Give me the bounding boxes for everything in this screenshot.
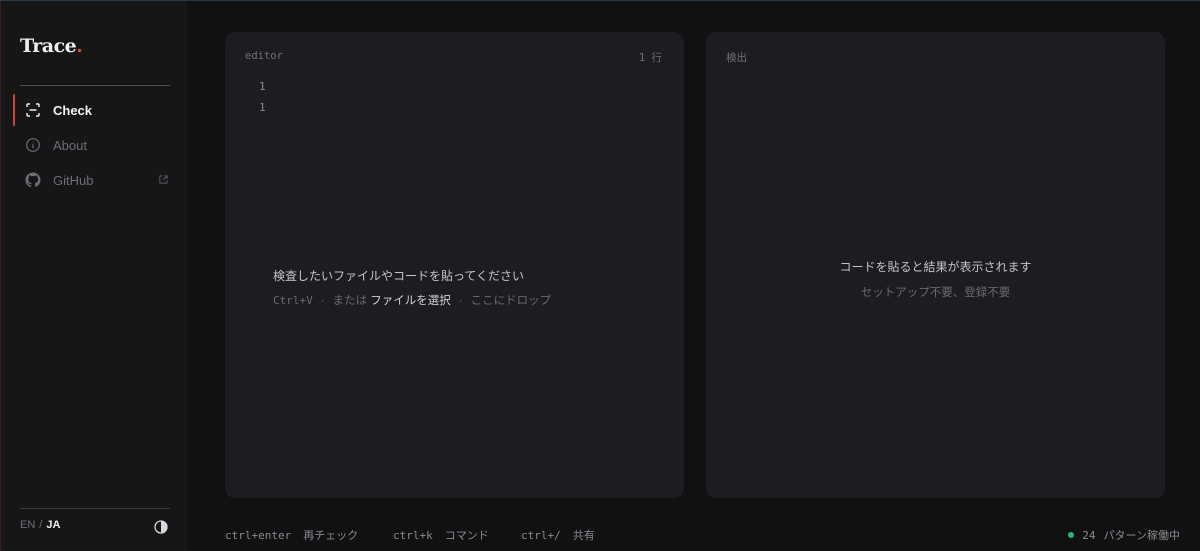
external-link-icon [158, 173, 169, 188]
language-switcher: EN / JA [20, 519, 60, 531]
pattern-count: 24 [1082, 528, 1096, 542]
separator-dot: · [320, 295, 325, 307]
info-icon [25, 137, 41, 153]
editor-label: editor [245, 50, 283, 62]
or-text: または [332, 295, 368, 307]
shortcut-key: ctrl+/ [521, 529, 561, 542]
status-indicator: 24 パターン稼働中 [1068, 527, 1180, 543]
scan-icon [25, 102, 41, 118]
shortcut-command[interactable]: ctrl+k コマンド [393, 527, 489, 543]
choose-file-link[interactable]: ファイルを選択 [370, 295, 451, 307]
sidebar-divider [20, 85, 170, 86]
drop-here-text: ここにドロップ [470, 295, 552, 307]
lang-ja[interactable]: JA [46, 519, 60, 531]
lang-separator: / [39, 519, 43, 531]
sidebar-item-label: About [53, 137, 87, 153]
editor-panel[interactable]: editor 1 行 1 1 検査したいファイルやコードを貼ってください Ctr… [225, 32, 684, 498]
sidebar-item-label: Check [53, 102, 93, 118]
result-label: 検出 [726, 52, 747, 64]
result-panel: 検出 コードを貼ると結果が表示されます セットアップ不要、登録不要 [706, 32, 1165, 498]
shortcut-action: 再チェック [303, 529, 359, 542]
result-subtitle: セットアップ不要、登録不要 [860, 285, 1011, 299]
line-number: 1 [259, 101, 266, 114]
brand-name: Trace [20, 35, 77, 57]
sidebar: Trace. Check About GitHub EN / JA [0, 1, 187, 551]
theme-toggle-icon[interactable] [154, 519, 168, 534]
drop-hint-sub: Ctrl+V · または ファイルを選択 · ここにドロップ [273, 292, 551, 308]
shortcut-action: コマンド [444, 529, 489, 542]
sidebar-divider [20, 508, 170, 509]
brand-dot: . [76, 35, 83, 57]
drop-hint: 検査したいファイルやコードを貼ってください Ctrl+V · または ファイルを選択… [273, 267, 551, 308]
separator-dot: · [458, 295, 463, 307]
sidebar-item-about[interactable]: About [13, 129, 173, 161]
line-number: 1 [259, 80, 266, 93]
status-dot-icon [1068, 532, 1075, 538]
footer-bar: ctrl+enter 再チェック ctrl+k コマンド ctrl+/ 共有 24 パ… [187, 513, 1200, 551]
sidebar-item-label: GitHub [53, 172, 94, 188]
brand-logo[interactable]: Trace. [20, 35, 83, 57]
shortcut-action: 共有 [572, 529, 595, 542]
result-title: コードを貼ると結果が表示されます [839, 260, 1032, 274]
shortcut-key: ctrl+enter [225, 529, 292, 542]
status-text: パターン稼働中 [1103, 529, 1180, 542]
shortcut-recheck[interactable]: ctrl+enter 再チェック [225, 527, 358, 543]
github-icon [25, 172, 41, 188]
line-count: 1 行 [638, 52, 662, 64]
app-window: Trace. Check About GitHub EN / JA editor… [0, 0, 1200, 551]
sidebar-item-check[interactable]: Check [13, 94, 173, 126]
shortcut-share[interactable]: ctrl+/ 共有 [521, 527, 595, 543]
result-empty-state: コードを貼ると結果が表示されます セットアップ不要、登録不要 [706, 258, 1165, 300]
shortcut-key: ctrl+k [393, 529, 433, 542]
sidebar-item-github[interactable]: GitHub [13, 164, 173, 196]
lang-en[interactable]: EN [20, 519, 35, 531]
drop-hint-title: 検査したいファイルやコードを貼ってください [273, 269, 525, 283]
paste-shortcut: Ctrl+V [273, 294, 313, 307]
